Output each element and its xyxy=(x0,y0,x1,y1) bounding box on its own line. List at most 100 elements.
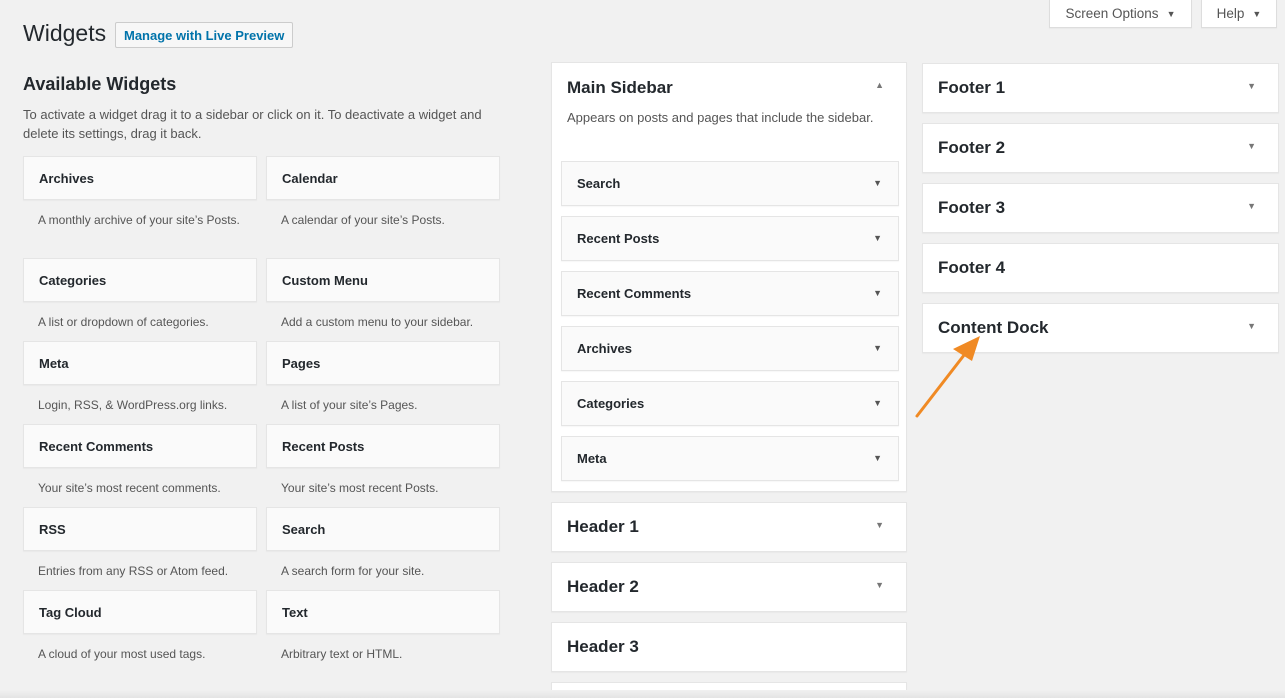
available-widget[interactable]: RSS Entries from any RSS or Atom feed. xyxy=(23,507,257,580)
available-widget-title[interactable]: Custom Menu xyxy=(266,258,500,302)
sidebar-panel-header[interactable]: Content Dock ▼ xyxy=(923,304,1278,352)
available-widget-title[interactable]: Calendar xyxy=(266,156,500,200)
available-widget[interactable]: Meta Login, RSS, & WordPress.org links. xyxy=(23,341,257,414)
caret-down-icon[interactable]: ▼ xyxy=(873,343,882,353)
available-widget[interactable]: Archives A monthly archive of your site’s… xyxy=(23,156,257,229)
available-widget-title[interactable]: Search xyxy=(266,507,500,551)
sidebar-panel-header[interactable]: Footer 3 ▼ xyxy=(923,184,1278,232)
help-button[interactable]: Help ▼ xyxy=(1201,0,1277,28)
sidebar-panel[interactable]: Footer 3 ▼ xyxy=(922,183,1279,233)
caret-down-icon[interactable]: ▼ xyxy=(873,178,882,188)
sidebar-widget[interactable]: Recent Posts ▼ xyxy=(561,216,899,261)
available-widget-description: A search form for your site. xyxy=(281,564,425,578)
available-widget-description: A cloud of your most used tags. xyxy=(38,647,206,661)
sidebar-main-title: Main Sidebar xyxy=(567,78,673,97)
available-widget-title[interactable]: Recent Posts xyxy=(266,424,500,468)
screen-meta-links: Screen Options ▼ Help ▼ xyxy=(1049,0,1277,28)
available-widget-description: Your site’s most recent Posts. xyxy=(281,481,439,495)
sidebar-panel[interactable]: Footer 1 ▼ xyxy=(922,63,1279,113)
available-widget-description: A list of your site’s Pages. xyxy=(281,398,418,412)
available-widget[interactable]: Categories A list or dropdown of categori… xyxy=(23,258,257,331)
sidebar-panel-title: Header 2 xyxy=(567,577,639,596)
available-widget-title[interactable]: RSS xyxy=(23,507,257,551)
available-widget-description: Your site’s most recent comments. xyxy=(38,481,221,495)
available-widget-title[interactable]: Pages xyxy=(266,341,500,385)
sidebar-panel[interactable]: Header 1 ▼ xyxy=(551,502,907,552)
sidebar-widget-label: Meta xyxy=(577,451,607,466)
available-widget[interactable]: Calendar A calendar of your site’s Posts. xyxy=(266,156,500,229)
sidebar-widget-label: Archives xyxy=(577,341,632,356)
sidebar-main-header[interactable]: Main Sidebar ▲ xyxy=(552,63,906,113)
caret-down-icon[interactable]: ▼ xyxy=(1247,81,1256,91)
sidebar-panel-title: Footer 2 xyxy=(938,138,1006,157)
sidebar-panel-header[interactable]: Header 1 ▼ xyxy=(552,503,906,551)
sidebar-widget[interactable]: Categories ▼ xyxy=(561,381,899,426)
sidebar-panel-header[interactable]: Footer 2 ▼ xyxy=(923,124,1278,172)
help-label: Help xyxy=(1216,6,1245,21)
sidebar-panel[interactable]: Footer 2 ▼ xyxy=(922,123,1279,173)
available-widgets-section: Available Widgets To activate a widget d… xyxy=(23,74,503,143)
caret-down-icon[interactable]: ▼ xyxy=(873,233,882,243)
screen-options-button[interactable]: Screen Options ▼ xyxy=(1049,0,1192,28)
sidebar-widget[interactable]: Recent Comments ▼ xyxy=(561,271,899,316)
caret-down-icon[interactable]: ▼ xyxy=(873,453,882,463)
available-widget-title[interactable]: Tag Cloud xyxy=(23,590,257,634)
available-widget-title[interactable]: Archives xyxy=(23,156,257,200)
sidebar-widget-label: Recent Comments xyxy=(577,286,692,301)
caret-down-icon[interactable]: ▼ xyxy=(875,580,884,590)
available-widget-description: A list or dropdown of categories. xyxy=(38,315,209,329)
bottom-strip xyxy=(0,690,1285,698)
available-widget[interactable]: Custom Menu Add a custom menu to your sid… xyxy=(266,258,500,331)
available-widget-title[interactable]: Text xyxy=(266,590,500,634)
manage-live-preview-button[interactable]: Manage with Live Preview xyxy=(115,22,294,48)
available-widget[interactable]: Tag Cloud A cloud of your most used tags. xyxy=(23,590,257,663)
sidebar-panel-title: Footer 1 xyxy=(938,78,1006,97)
sidebar-panel[interactable]: Footer 4 xyxy=(922,243,1279,293)
sidebar-widget[interactable]: Archives ▼ xyxy=(561,326,899,371)
sidebar-panel-header[interactable]: Header 3 xyxy=(552,623,906,671)
available-widget-title[interactable]: Meta xyxy=(23,341,257,385)
available-widget-description: Entries from any RSS or Atom feed. xyxy=(38,564,229,578)
sidebar-main[interactable]: Main Sidebar ▲ Appears on posts and page… xyxy=(551,62,907,492)
caret-down-icon[interactable]: ▼ xyxy=(1247,321,1256,331)
sidebar-widget-label: Recent Posts xyxy=(577,231,660,246)
available-widgets-description: To activate a widget drag it to a sideba… xyxy=(23,107,482,141)
available-widget[interactable]: Text Arbitrary text or HTML. xyxy=(266,590,500,663)
available-widget-description: Arbitrary text or HTML. xyxy=(281,647,403,661)
screen-options-label: Screen Options xyxy=(1065,6,1159,21)
sidebar-panel-header[interactable]: Footer 1 ▼ xyxy=(923,64,1278,112)
sidebar-panel-header[interactable]: Header 2 ▼ xyxy=(552,563,906,611)
sidebar-panel-title: Footer 4 xyxy=(938,258,1006,277)
available-widget[interactable]: Recent Comments Your site’s most recent c… xyxy=(23,424,257,497)
sidebar-widget[interactable]: Meta ▼ xyxy=(561,436,899,481)
available-widget-description: A monthly archive of your site’s Posts. xyxy=(38,213,240,227)
sidebar-panel-header[interactable]: Footer 4 xyxy=(923,244,1278,292)
available-widgets-title: Available Widgets xyxy=(23,74,177,94)
sidebar-panel-title: Header 3 xyxy=(567,637,639,656)
available-widget[interactable]: Recent Posts Your site’s most recent Post… xyxy=(266,424,500,497)
sidebar-widget[interactable]: Search ▼ xyxy=(561,161,899,206)
caret-down-icon[interactable]: ▼ xyxy=(1247,141,1256,151)
sidebar-panel-title: Footer 3 xyxy=(938,198,1006,217)
available-widget-description: Login, RSS, & WordPress.org links. xyxy=(38,398,228,412)
sidebar-widget-label: Search xyxy=(577,176,621,191)
available-widget-description: A calendar of your site’s Posts. xyxy=(281,213,445,227)
available-widget[interactable]: Pages A list of your site’s Pages. xyxy=(266,341,500,414)
caret-up-icon[interactable]: ▲ xyxy=(875,80,884,90)
page-title: Widgets xyxy=(23,20,107,46)
sidebar-panel[interactable]: Header 2 ▼ xyxy=(551,562,907,612)
caret-down-icon[interactable]: ▼ xyxy=(873,288,882,298)
caret-down-icon[interactable]: ▼ xyxy=(873,398,882,408)
available-widget-title[interactable]: Recent Comments xyxy=(23,424,257,468)
caret-down-icon[interactable]: ▼ xyxy=(1247,201,1256,211)
caret-down-icon: ▼ xyxy=(1252,8,1262,19)
available-widget-title[interactable]: Categories xyxy=(23,258,257,302)
available-widget[interactable]: Search A search form for your site. xyxy=(266,507,500,580)
available-widget-description: Add a custom menu to your sidebar. xyxy=(281,315,474,329)
sidebar-panel-title: Header 1 xyxy=(567,517,639,536)
sidebar-panel[interactable]: Header 3 xyxy=(551,622,907,672)
sidebar-panel[interactable]: Content Dock ▼ xyxy=(922,303,1279,353)
caret-down-icon: ▼ xyxy=(1166,8,1176,19)
caret-down-icon[interactable]: ▼ xyxy=(875,520,884,530)
sidebar-widget-label: Categories xyxy=(577,396,645,411)
